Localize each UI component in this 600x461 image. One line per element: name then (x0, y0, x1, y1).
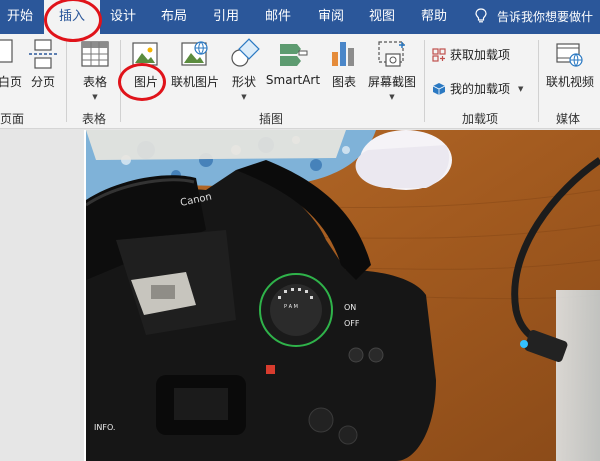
tab-help[interactable]: 帮助 (412, 0, 456, 34)
tab-home[interactable]: 开始 (0, 0, 40, 34)
online-video-icon (556, 43, 583, 67)
shapes-label: 形状 (231, 75, 256, 89)
group-divider (424, 40, 425, 122)
group-divider (538, 40, 539, 122)
online-video-label: 联机视频 (545, 75, 594, 89)
insert-tab-annotation-circle (44, 0, 102, 42)
chart-icon (332, 42, 354, 66)
tab-layout[interactable]: 布局 (152, 0, 196, 34)
insert-ribbon: 白页 分页 页面 表格 ▼ 表格 图片 联机图片 形状 ▼ SmartArt 图… (0, 34, 600, 129)
smartart-icon (280, 44, 308, 66)
page-break-button[interactable]: 分页 (26, 38, 60, 90)
group-divider (66, 40, 67, 122)
my-addins-button[interactable]: 我的加载项 ▼ (432, 80, 523, 97)
online-pictures-label: 联机图片 (170, 75, 219, 89)
chevron-down-icon: ▼ (518, 84, 524, 93)
screenshot-label: 屏幕截图 (367, 75, 416, 89)
smartart-button[interactable]: SmartArt (264, 38, 322, 87)
blank-page-icon (0, 39, 13, 63)
shapes-button[interactable]: 形状 ▼ (224, 38, 264, 102)
blank-page-label: 白页 (0, 75, 22, 89)
screenshot-button[interactable]: 屏幕截图 ▼ (364, 38, 420, 102)
tell-me-search[interactable]: 告诉我你想要做什 (475, 0, 593, 34)
window-glare (556, 290, 600, 461)
tab-view[interactable]: 视图 (360, 0, 404, 34)
pages-group-label: 页面 (0, 112, 25, 126)
online-picture-icon (181, 41, 208, 66)
page-break-icon (29, 39, 57, 69)
table-button[interactable]: 表格 ▼ (76, 38, 114, 102)
tables-group-label: 表格 (82, 112, 107, 126)
lightbulb-icon (475, 8, 487, 23)
addins-group-label: 加载项 (462, 112, 499, 126)
table-label: 表格 (82, 75, 107, 89)
camera-on-label: ON (344, 303, 356, 312)
online-pictures-button[interactable]: 联机图片 (168, 38, 222, 90)
camera-off-label: OFF (344, 319, 360, 328)
pictures-annotation-circle (118, 63, 166, 101)
chart-button[interactable]: 图表 (326, 38, 362, 90)
chevron-down-icon: ▼ (92, 93, 98, 101)
page-break-label: 分页 (30, 75, 55, 89)
get-addins-label: 获取加载项 (450, 48, 511, 62)
tab-mailings[interactable]: 邮件 (256, 0, 300, 34)
chevron-down-icon: ▼ (389, 93, 395, 101)
camera-info-label: INFO. (94, 423, 115, 432)
get-addins-button[interactable]: 获取加载项 (432, 46, 510, 63)
tab-review[interactable]: 审阅 (309, 0, 353, 34)
smartart-label: SmartArt (265, 73, 321, 87)
screenshot-icon (378, 41, 405, 67)
table-icon (81, 41, 109, 67)
get-addins-icon (432, 47, 446, 62)
tab-references[interactable]: 引用 (204, 0, 248, 34)
online-video-button[interactable]: 联机视频 (542, 38, 598, 90)
my-addins-label: 我的加载项 (450, 82, 511, 96)
mode-dial-text: P A M (284, 304, 298, 310)
media-group-label: 媒体 (556, 112, 581, 126)
chevron-down-icon: ▼ (241, 93, 247, 101)
white-tube (86, 130, 346, 160)
my-addins-icon (432, 82, 446, 95)
tell-me-text: 告诉我你想要做什 (497, 10, 594, 24)
illustrations-group-label: 插图 (259, 112, 284, 126)
inserted-camera-photo[interactable]: Canon ON OFF INFO. P A M (86, 130, 600, 461)
shapes-icon (231, 38, 260, 67)
chart-label: 图表 (331, 75, 356, 89)
tab-design[interactable]: 设计 (101, 0, 145, 34)
blank-page-button[interactable]: 白页 (0, 38, 22, 90)
